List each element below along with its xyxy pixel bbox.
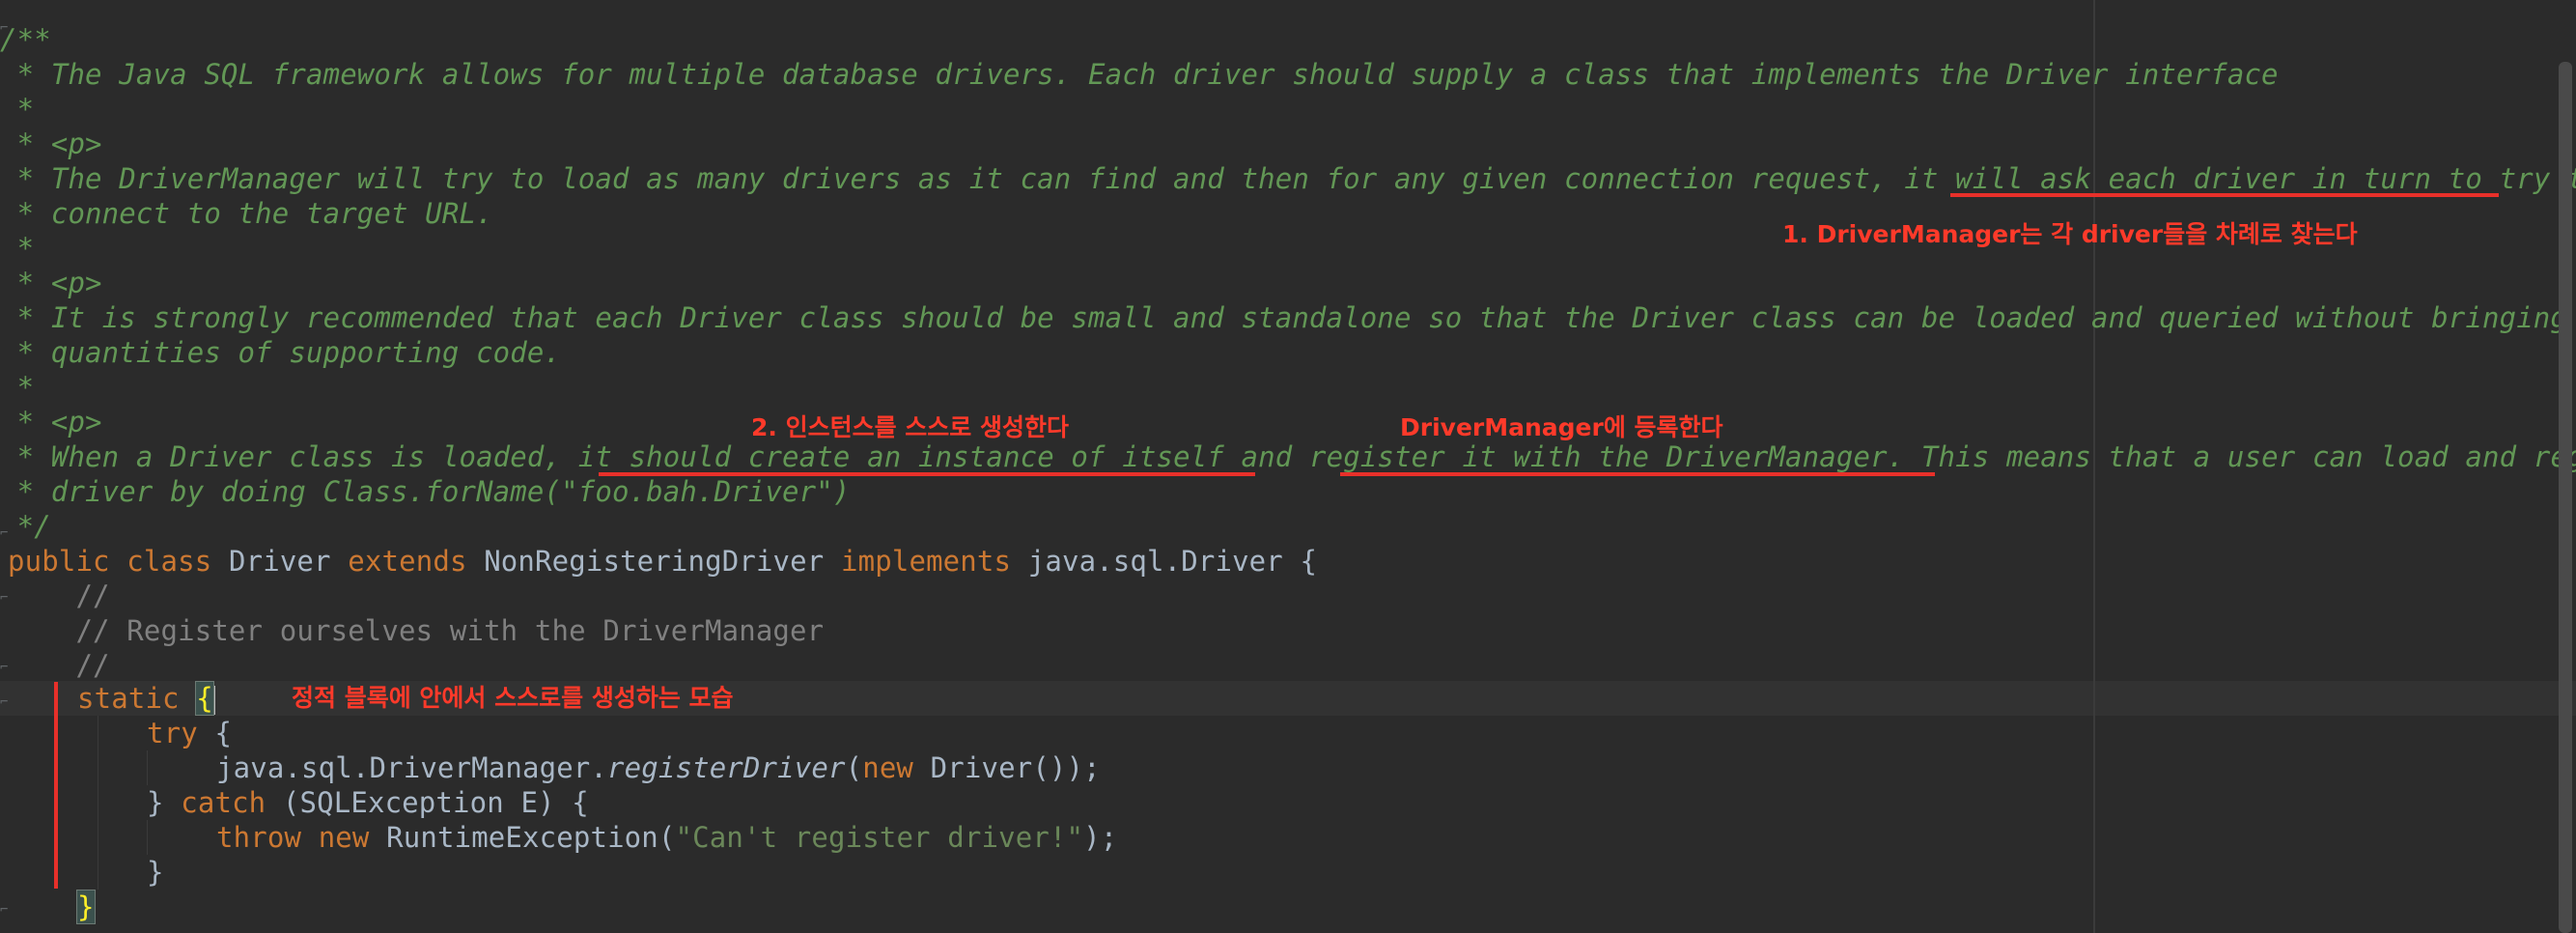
code-line: } catch (SQLException E) { — [147, 785, 589, 820]
code-text: * driver by doing Class.forName(" — [0, 475, 578, 508]
fold-marker-icon[interactable]: ⌐ — [0, 903, 8, 917]
code-line: // — [8, 649, 110, 682]
code-line: * connect to the target URL. — [0, 197, 493, 230]
code-text: it should create an instance of itself — [577, 440, 1224, 473]
code-text: Driver()); — [913, 751, 1101, 784]
keyword: implements — [841, 545, 1012, 578]
keyword: catch — [181, 786, 266, 819]
code-line: * When a Driver class is loaded, it shou… — [0, 439, 2576, 474]
keyword: extends — [348, 545, 467, 578]
code-line: } — [76, 890, 96, 924]
class-name: Driver — [228, 545, 331, 578]
keyword: new — [318, 821, 370, 854]
indent-guide — [147, 820, 148, 855]
matched-brace: { — [195, 681, 214, 716]
code-line: * <p> — [0, 127, 102, 160]
code-text: * The DriverManager will try to load as … — [0, 162, 1905, 195]
keyword: class — [126, 545, 212, 578]
code-text: . This means that a user can load and re… — [1887, 440, 2576, 473]
keyword: static — [77, 682, 180, 715]
vertical-scrollbar[interactable] — [2559, 62, 2572, 933]
code-line: try { — [147, 716, 232, 750]
text-caret — [212, 686, 215, 715]
code-text: java.sql.DriverManager. — [216, 751, 608, 784]
fold-marker-icon[interactable]: ⌐ — [0, 695, 8, 709]
code-text: foo.bah.Driver — [577, 475, 817, 508]
parent-class-name: NonRegisteringDriver — [484, 545, 825, 578]
code-editor[interactable]: ⌐ ⌐ ⌐ ⌐ ⌐ ⌐ /** * The Java SQL framework… — [0, 0, 2576, 933]
code-line: /** — [0, 23, 51, 56]
annotation-bracket — [54, 682, 58, 889]
fold-marker-icon[interactable]: ⌐ — [0, 661, 8, 674]
code-line: * — [0, 232, 35, 265]
code-line: throw new RuntimeException("Can't regist… — [216, 820, 1117, 855]
string-literal: "Can't register driver!" — [675, 821, 1084, 854]
code-line: * — [0, 93, 35, 126]
annotation-underline — [1340, 472, 1935, 476]
annotation-underline — [1950, 193, 2499, 197]
code-line: * <p> — [0, 267, 102, 299]
annotation-text: 2. 인스턴스를 스스로 생성한다 — [751, 413, 1070, 441]
code-text: RuntimeException( — [369, 821, 676, 854]
code-line: // Register ourselves with the DriverMan… — [8, 614, 825, 647]
indent-guide — [147, 750, 148, 785]
code-text: * When a Driver class is loaded, — [0, 440, 578, 473]
code-line: * The Java SQL framework allows for mult… — [0, 58, 2279, 91]
code-text: to try to — [2448, 162, 2576, 195]
code-line: * It is strongly recommended that each D… — [0, 301, 2576, 334]
code-text: ); — [1083, 821, 1118, 854]
code-line: * quantities of supporting code. — [0, 336, 562, 369]
code-line: * <p> — [0, 406, 102, 438]
keyword: new — [862, 751, 914, 784]
code-text: (SQLException E) { — [266, 786, 589, 819]
code-text: register it with the DriverManager — [1308, 440, 1888, 473]
annotation-underline — [599, 472, 1255, 476]
code-text: ( — [845, 751, 863, 784]
keyword: throw — [216, 821, 302, 854]
annotation-text: 1. DriverManager는 각 driver들을 차례로 찾는다 — [1782, 220, 2358, 248]
code-line: * The DriverManager will try to load as … — [0, 161, 2576, 196]
code-line: * — [0, 371, 35, 404]
annotation-text: 정적 블록에 안에서 스스로를 생성하는 모습 — [292, 684, 734, 712]
keyword: try — [147, 717, 198, 749]
code-line: } — [147, 856, 164, 889]
code-line: * driver by doing Class.forName("foo.bah… — [0, 474, 851, 509]
code-line: // — [8, 580, 110, 612]
code-text: and — [1223, 440, 1309, 473]
code-text: } — [147, 786, 182, 819]
keyword: public — [8, 545, 110, 578]
code-text: it will ask each driver in turn — [1904, 162, 2432, 195]
fold-marker-icon[interactable]: ⌐ — [0, 591, 8, 605]
code-line: */ — [0, 510, 51, 543]
code-line: java.sql.DriverManager.registerDriver(ne… — [216, 750, 1101, 785]
code-text: { — [197, 717, 233, 749]
annotation-text: DriverManager에 등록한다 — [1400, 413, 1723, 441]
code-text: ") — [816, 475, 851, 508]
code-line: public class Driver extends NonRegisteri… — [8, 544, 1317, 579]
code-line: static { — [77, 681, 215, 716]
method-name: registerDriver — [607, 751, 846, 784]
interface-name: java.sql.Driver { — [1027, 545, 1318, 578]
matched-brace: } — [76, 890, 96, 924]
